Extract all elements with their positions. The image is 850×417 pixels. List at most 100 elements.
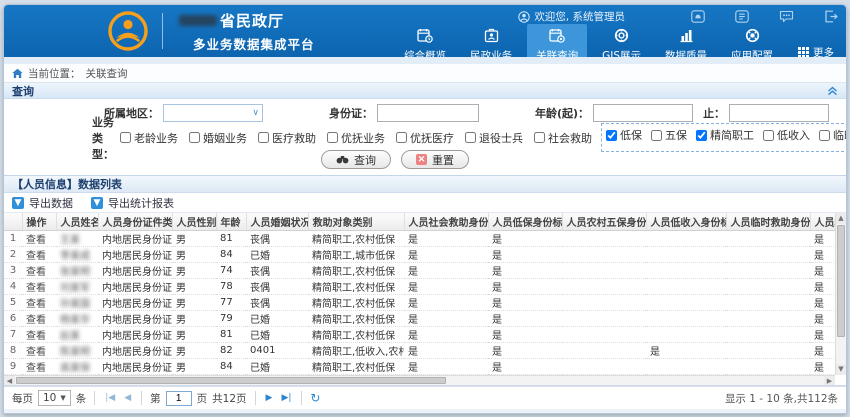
checkbox-label: 婚姻业务 xyxy=(203,130,247,146)
column-header[interactable]: 年龄 xyxy=(216,213,246,230)
reset-button[interactable]: ✕ 重置 xyxy=(401,150,469,169)
chart-icon xyxy=(679,28,694,46)
checkbox-item[interactable]: 社会救助 xyxy=(534,130,592,146)
logout-icon[interactable] xyxy=(824,10,838,23)
horizontal-scroll-thumb[interactable] xyxy=(16,377,446,384)
checkbox-item[interactable]: 精简职工 xyxy=(696,127,754,143)
scroll-right-icon[interactable]: ▶ xyxy=(824,376,835,385)
collapse-panel-icon[interactable] xyxy=(827,86,838,96)
view-link[interactable]: 查看 xyxy=(26,267,46,278)
table-cell: 内地居民身份证 xyxy=(98,294,172,310)
table-cell: 是 xyxy=(404,294,488,310)
last-page-button[interactable]: ▶| xyxy=(279,392,293,405)
checkbox-item[interactable]: 医疗救助 xyxy=(258,130,316,146)
idcard-input[interactable] xyxy=(377,104,479,122)
column-header[interactable]: 人员临时救助身份标志 xyxy=(726,213,810,230)
vertical-scrollbar[interactable]: ▲ ▼ xyxy=(835,213,846,375)
query-button[interactable]: 查询 xyxy=(321,150,391,169)
checkbox-item[interactable]: 婚姻业务 xyxy=(189,130,247,146)
per-page-select[interactable]: 10 ▼ xyxy=(38,390,71,406)
checkbox-item[interactable]: 临时救助 xyxy=(819,127,847,143)
view-link[interactable]: 查看 xyxy=(26,235,46,246)
org-prefix-redacted xyxy=(179,15,217,26)
view-link[interactable]: 查看 xyxy=(26,363,46,374)
column-header[interactable]: 救助对象类别 xyxy=(308,213,404,230)
business-type-checkbox[interactable] xyxy=(396,132,407,143)
scroll-down-icon[interactable]: ▼ xyxy=(836,364,846,375)
view-link[interactable]: 查看 xyxy=(26,315,46,326)
view-link[interactable]: 查看 xyxy=(26,283,46,294)
message-icon[interactable] xyxy=(779,10,794,23)
column-header[interactable]: 人员低保身份标志 xyxy=(488,213,562,230)
table-row: 3查看张某明内地居民身份证男74丧偶精简职工,农村低保是是是 xyxy=(4,262,846,278)
business-type-checkbox[interactable] xyxy=(696,130,707,141)
view-link[interactable]: 查看 xyxy=(26,347,46,358)
person-name-redacted: 李某成 xyxy=(60,251,90,262)
region-select[interactable]: ∨ xyxy=(163,104,263,122)
checkbox-item[interactable]: 优抚业务 xyxy=(327,130,385,146)
checkbox-item[interactable]: 老龄业务 xyxy=(120,130,178,146)
business-type-checkbox[interactable] xyxy=(120,132,131,143)
age-from-input[interactable] xyxy=(593,104,693,122)
checkbox-item[interactable]: 低保 xyxy=(606,127,642,143)
business-type-checkbox[interactable] xyxy=(819,130,830,141)
business-type-checkbox[interactable] xyxy=(465,132,476,143)
column-header[interactable]: 人员性别 xyxy=(172,213,216,230)
column-header[interactable]: 人员身份证件类型 xyxy=(98,213,172,230)
org-name: 省民政厅 xyxy=(220,10,284,31)
operation-cell: 查看 xyxy=(22,262,56,278)
column-header[interactable]: 人员低收入身份标志 xyxy=(646,213,726,230)
download-icon: ▼ xyxy=(12,197,24,209)
business-type-checkbox[interactable] xyxy=(763,130,774,141)
scroll-left-icon[interactable]: ◀ xyxy=(4,376,15,385)
export-data-button[interactable]: ▼ 导出数据 xyxy=(12,195,73,211)
column-header[interactable]: 人员农村五保身份标志 xyxy=(562,213,646,230)
pagination-bar: 每页 10 ▼ 条 |◀ ◀ 第 页 共12页 ▶ ▶| ↻ 显示 1 - 10… xyxy=(4,386,846,409)
breadcrumb-current[interactable]: 关联查询 xyxy=(86,66,128,81)
business-type-checkbox[interactable] xyxy=(651,130,662,141)
checkbox-item[interactable]: 五保 xyxy=(651,127,687,143)
table-cell: 精简职工,农村低保 xyxy=(308,310,404,326)
table-cell: 是 xyxy=(404,342,488,358)
table-cell xyxy=(646,262,726,278)
business-type-checkbox[interactable] xyxy=(189,132,200,143)
business-type-checkbox[interactable] xyxy=(258,132,269,143)
table-cell: 精简职工,农村低保 xyxy=(308,278,404,294)
view-link[interactable]: 查看 xyxy=(26,299,46,310)
page-number-input[interactable] xyxy=(166,391,192,406)
vertical-scroll-track[interactable] xyxy=(836,338,846,364)
table-cell xyxy=(726,326,810,342)
person-table: 操作人员姓名人员身份证件类型人员性别年龄人员婚姻状况救助对象类别人员社会救助身份… xyxy=(4,213,846,386)
checkbox-item[interactable]: 低收入 xyxy=(763,127,810,143)
first-page-button[interactable]: |◀ xyxy=(103,392,117,405)
vertical-scroll-thumb[interactable] xyxy=(837,225,845,337)
scroll-up-icon[interactable]: ▲ xyxy=(836,213,846,224)
business-type-checkboxes: 老龄业务 婚姻业务医疗救助优抚业务优抚医疗退役士兵社会救助 xyxy=(120,130,599,146)
dashboard-icon xyxy=(417,28,433,46)
checkbox-item[interactable]: 退役士兵 xyxy=(465,130,523,146)
view-link[interactable]: 查看 xyxy=(26,251,46,262)
business-type-checkbox[interactable] xyxy=(327,132,338,143)
business-type-checkbox[interactable] xyxy=(534,132,545,143)
column-header[interactable]: 人员婚姻状况 xyxy=(246,213,308,230)
horizontal-scroll-track[interactable] xyxy=(447,376,824,385)
prev-page-button[interactable]: ◀ xyxy=(122,392,133,405)
per-page-value: 10 xyxy=(43,392,56,404)
per-page-unit-label: 条 xyxy=(76,391,87,406)
notification-icon[interactable] xyxy=(691,10,705,23)
age-to-input[interactable] xyxy=(729,104,829,122)
column-header[interactable]: 人员姓名 xyxy=(56,213,98,230)
table-row: 7查看赵某内地居民身份证男81已婚精简职工,农村低保是是是 xyxy=(4,326,846,342)
column-header[interactable]: 人员社会救助身份标志 xyxy=(404,213,488,230)
horizontal-scrollbar[interactable]: ◀ ▶ xyxy=(4,375,835,385)
next-page-button[interactable]: ▶ xyxy=(264,392,275,405)
document-icon[interactable] xyxy=(735,10,749,23)
view-link[interactable]: 查看 xyxy=(26,331,46,342)
table-cell: 是 xyxy=(404,326,488,342)
column-header[interactable]: 操作 xyxy=(22,213,56,230)
export-report-button[interactable]: ▼ 导出统计报表 xyxy=(91,195,174,211)
business-type-checkbox[interactable] xyxy=(606,130,617,141)
table-cell: 男 xyxy=(172,230,216,246)
refresh-icon[interactable]: ↻ xyxy=(310,391,320,405)
checkbox-item[interactable]: 优抚医疗 xyxy=(396,130,454,146)
